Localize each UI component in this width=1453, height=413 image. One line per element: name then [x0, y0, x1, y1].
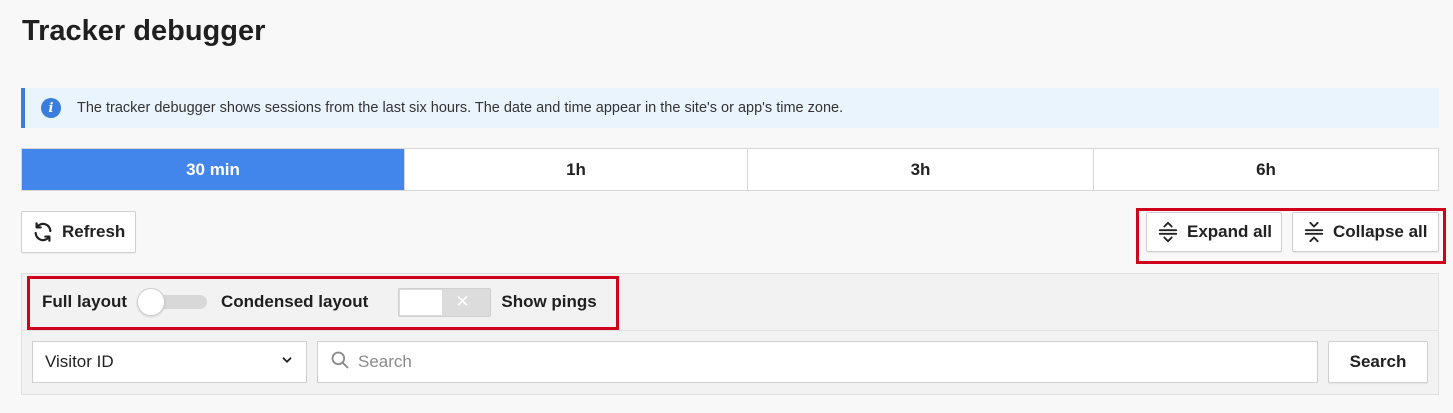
collapse-all-button[interactable]: Collapse all [1292, 212, 1439, 252]
show-pings-toggle[interactable]: ✕ [398, 287, 492, 317]
search-button[interactable]: Search [1328, 341, 1428, 383]
chevron-down-icon [280, 352, 294, 372]
refresh-icon [32, 221, 54, 243]
expand-all-button[interactable]: Expand all [1146, 212, 1282, 252]
tab-6h[interactable]: 6h [1093, 149, 1438, 190]
expand-icon [1157, 221, 1179, 243]
refresh-label: Refresh [62, 222, 126, 241]
close-icon: ✕ [455, 291, 470, 311]
time-range-tabs: 30 min 1h 3h 6h [21, 148, 1439, 191]
search-box [317, 341, 1318, 383]
full-layout-label: Full layout [42, 292, 127, 311]
info-icon: i [41, 98, 61, 118]
search-field-select[interactable]: Visitor ID [32, 341, 307, 383]
show-pings-knob[interactable] [400, 289, 443, 315]
info-banner: i The tracker debugger shows sessions fr… [21, 88, 1439, 128]
condensed-layout-label: Condensed layout [221, 292, 369, 311]
expand-all-label: Expand all [1187, 222, 1273, 241]
select-value: Visitor ID [45, 352, 114, 371]
tab-30-min[interactable]: 30 min [22, 149, 404, 190]
layout-toggle[interactable] [137, 288, 207, 316]
layout-controls: Full layout Condensed layout ✕ Show ping… [42, 285, 597, 319]
layout-toggle-knob[interactable] [137, 288, 165, 316]
info-text: The tracker debugger shows sessions from… [77, 100, 844, 116]
collapse-icon [1303, 221, 1325, 243]
search-input[interactable] [358, 352, 1258, 372]
show-pings-label: Show pings [501, 292, 597, 311]
collapse-all-label: Collapse all [1333, 222, 1428, 241]
search-icon [330, 350, 350, 375]
tab-3h[interactable]: 3h [747, 149, 1093, 190]
page-title: Tracker debugger [22, 15, 266, 47]
tab-1h[interactable]: 1h [404, 149, 747, 190]
divider [22, 330, 1438, 331]
refresh-button[interactable]: Refresh [21, 211, 136, 253]
